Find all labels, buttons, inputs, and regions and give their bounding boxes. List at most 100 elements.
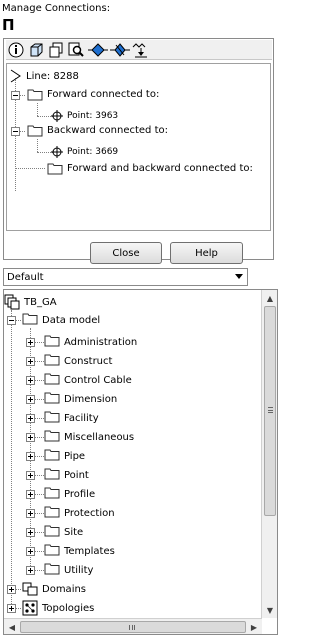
- root-label: TB_GA: [24, 296, 57, 308]
- tree-node-utility[interactable]: Utility: [44, 562, 93, 578]
- tree-node-dimension[interactable]: Dimension: [44, 391, 117, 407]
- backward-label: Backward connected to:: [47, 124, 168, 136]
- collapse-forward-toggle[interactable]: [11, 91, 20, 100]
- expand-point-toggle[interactable]: [26, 471, 35, 480]
- horizontal-scroll-thumb[interactable]: [20, 621, 246, 633]
- scroll-right-icon[interactable]: ▶: [246, 619, 262, 634]
- folder-icon: [44, 429, 60, 445]
- vertical-scroll-thumb[interactable]: [264, 306, 276, 516]
- tree-node-administration[interactable]: Administration: [44, 334, 137, 350]
- expand-site-toggle[interactable]: [26, 528, 35, 537]
- category-label: Pipe: [64, 450, 86, 462]
- tree-node-protection[interactable]: Protection: [44, 505, 115, 521]
- view-select[interactable]: Default: [3, 268, 248, 286]
- data-model-label: Data model: [42, 314, 101, 326]
- folder-icon: [44, 448, 60, 464]
- tree-node-templates[interactable]: Templates: [44, 543, 115, 559]
- tree-node-construct[interactable]: Construct: [44, 353, 112, 369]
- tree-node-domains[interactable]: Domains: [22, 581, 86, 597]
- toolbar: [6, 40, 272, 60]
- tree-node-site[interactable]: Site: [44, 524, 83, 540]
- category-label: Site: [64, 526, 84, 538]
- tree-node-backward[interactable]: Backward connected to:: [27, 122, 168, 138]
- category-label: Miscellaneous: [64, 431, 135, 443]
- tree-node-root[interactable]: TB_GA: [4, 294, 57, 310]
- topology-grid-icon: [22, 600, 38, 616]
- expand-protection-toggle[interactable]: [26, 509, 35, 518]
- category-label: Construct: [64, 355, 113, 367]
- category-label: Facility: [64, 412, 99, 424]
- expand-pipe-toggle[interactable]: [26, 452, 35, 461]
- folder-icon: [44, 505, 60, 521]
- tree-node-point[interactable]: Point: [44, 467, 89, 483]
- expand-miscellaneous-toggle[interactable]: [26, 433, 35, 442]
- connect-icon[interactable]: [88, 42, 108, 58]
- pi-glyph: Π: [2, 16, 15, 34]
- scroll-left-icon[interactable]: ◀: [4, 619, 20, 634]
- category-label: Administration: [64, 336, 138, 348]
- help-button[interactable]: Help: [170, 242, 243, 264]
- folder-icon: [44, 543, 60, 559]
- both-label: Forward and backward connected to:: [67, 162, 253, 174]
- window-title: Manage Connections:: [2, 3, 111, 14]
- disconnect-icon[interactable]: [110, 42, 130, 58]
- tree-node-line[interactable]: Line: 8288: [10, 68, 79, 84]
- tree-node-profile[interactable]: Profile: [44, 486, 95, 502]
- expand-facility-toggle[interactable]: [26, 414, 35, 423]
- tree-node-control-cable[interactable]: Control Cable: [44, 372, 132, 388]
- folder-icon: [27, 89, 43, 100]
- category-label: Dimension: [64, 393, 118, 405]
- category-label: Protection: [64, 507, 115, 519]
- close-button[interactable]: Close: [90, 242, 162, 264]
- expand-control-cable-toggle[interactable]: [26, 376, 35, 385]
- category-label: Utility: [64, 564, 94, 576]
- collapse-data-model-toggle[interactable]: [7, 316, 16, 325]
- vertical-scrollbar[interactable]: ▲ ▼: [261, 290, 277, 618]
- folder-icon: [44, 467, 60, 483]
- database-icon: [4, 294, 20, 310]
- scroll-up-icon[interactable]: ▲: [262, 290, 277, 306]
- tree-node-miscellaneous[interactable]: Miscellaneous: [44, 429, 134, 445]
- find-icon[interactable]: [68, 42, 84, 58]
- line-label: Line: 8288: [26, 70, 79, 82]
- connections-panel: Line: 8288 Forward connected to: Point: …: [3, 38, 274, 260]
- tree-node-topologies[interactable]: Topologies: [22, 600, 94, 616]
- expand-construct-toggle[interactable]: [26, 357, 35, 366]
- connect-down-icon[interactable]: [132, 42, 150, 58]
- tree-node-backward-point[interactable]: Point: 3669: [51, 144, 118, 160]
- expand-templates-toggle[interactable]: [26, 547, 35, 556]
- expand-domains-toggle[interactable]: [7, 585, 16, 594]
- category-label: Profile: [64, 488, 96, 500]
- collapse-backward-toggle[interactable]: [11, 127, 20, 136]
- horizontal-scrollbar[interactable]: ◀ ▶: [4, 618, 262, 634]
- backward-point-label: Point: 3669: [67, 147, 119, 157]
- view-select-value: Default: [7, 271, 44, 283]
- copy-icon[interactable]: [48, 42, 64, 58]
- tree-node-facility[interactable]: Facility: [44, 410, 99, 426]
- scroll-down-icon[interactable]: ▼: [262, 602, 277, 618]
- topologies-label: Topologies: [42, 602, 95, 614]
- folder-icon: [22, 312, 38, 328]
- tree-node-pipe[interactable]: Pipe: [44, 448, 85, 464]
- folder-icon: [44, 391, 60, 407]
- folder-icon: [44, 524, 60, 540]
- folder-icon: [44, 353, 60, 369]
- expand-topologies-toggle[interactable]: [7, 604, 16, 613]
- model-tree: TB_GA Data model Administration Construct Co…: [3, 289, 278, 635]
- forward-label: Forward connected to:: [47, 88, 160, 100]
- folder-icon: [27, 125, 43, 136]
- expand-administration-toggle[interactable]: [26, 338, 35, 347]
- category-label: Control Cable: [64, 374, 132, 386]
- folder-icon: [44, 334, 60, 350]
- expand-dimension-toggle[interactable]: [26, 395, 35, 404]
- expand-utility-toggle[interactable]: [26, 566, 35, 575]
- tree-node-data-model[interactable]: Data model: [22, 312, 100, 328]
- info-icon[interactable]: [8, 42, 24, 58]
- expand-profile-toggle[interactable]: [26, 490, 35, 499]
- domains-icon: [22, 582, 38, 596]
- tree-node-both[interactable]: Forward and backward connected to:: [47, 160, 253, 176]
- tree-node-forward[interactable]: Forward connected to:: [27, 86, 159, 102]
- cube-icon[interactable]: [28, 42, 44, 58]
- connection-tree: Line: 8288 Forward connected to: Point: …: [6, 63, 271, 231]
- folder-icon: [44, 372, 60, 388]
